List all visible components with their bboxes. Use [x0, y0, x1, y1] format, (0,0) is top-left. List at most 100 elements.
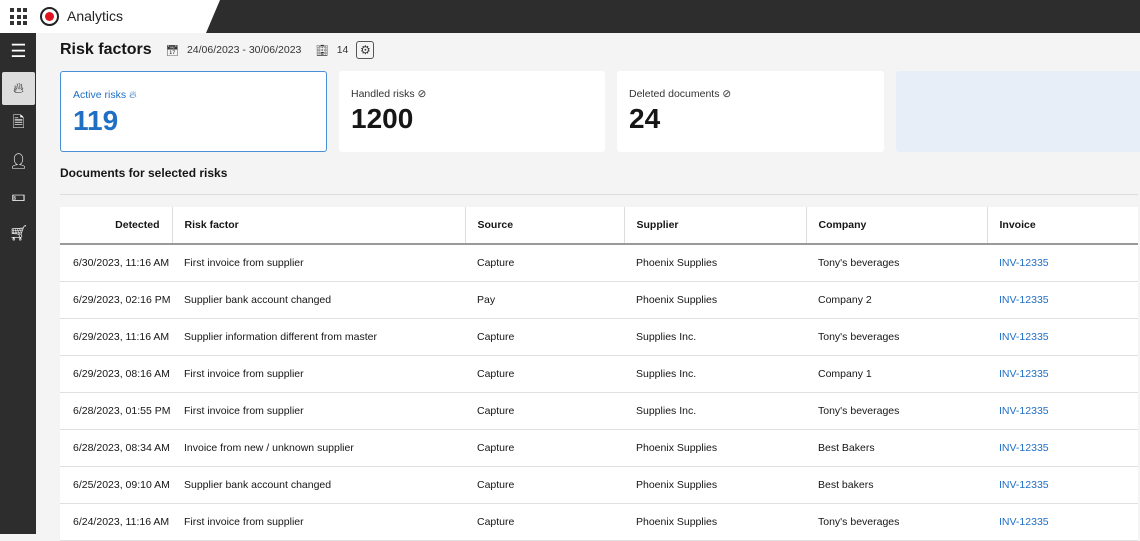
cell-detected: 6/28/2023, 01:55 PM: [60, 392, 172, 430]
cell-invoice: INV-12335: [987, 355, 1138, 393]
card-label: Handled risks: [351, 88, 415, 100]
app-launcher-icon[interactable]: [10, 8, 27, 25]
sidebar-item-users[interactable]: 👤︎: [2, 144, 35, 177]
card-deleted-documents[interactable]: Deleted documents ⊘ 24: [617, 71, 884, 152]
person-icon: 👤︎: [8, 152, 29, 170]
cell-source: Capture: [465, 318, 624, 356]
card-value: 24: [629, 103, 661, 134]
cell-source: Capture: [465, 244, 624, 282]
page-header: Risk factors 📅︎ 24/06/2023 - 30/06/2023 …: [60, 41, 375, 59]
logo-icon: [40, 7, 59, 26]
sidebar-item-payments[interactable]: 💵︎: [2, 180, 35, 213]
cell-source: Capture: [465, 392, 624, 430]
cell-supplier: Supplies Inc.: [624, 318, 806, 356]
cell-risk-factor: Supplier bank account changed: [172, 466, 465, 504]
cell-company: Tony's beverages: [806, 503, 987, 541]
gear-icon: ⚙: [360, 43, 371, 57]
flame-icon: 🔥︎: [129, 89, 137, 101]
cell-invoice: INV-12335: [987, 244, 1138, 282]
column-header-supplier[interactable]: Supplier: [623, 207, 806, 245]
invoice-link[interactable]: INV-12335: [999, 442, 1049, 454]
app-title: Analytics: [67, 8, 124, 24]
cell-invoice: INV-12335: [987, 429, 1138, 467]
cell-source: Capture: [465, 355, 624, 393]
cell-supplier: Phoenix Supplies: [624, 429, 806, 467]
cell-detected: 6/30/2023, 11:16 AM: [60, 244, 172, 282]
cell-risk-factor: Supplier information different from mast…: [172, 318, 465, 356]
cell-supplier: Phoenix Supplies: [624, 466, 806, 504]
cell-source: Pay: [465, 281, 624, 319]
card-label: Active risks: [73, 89, 127, 101]
cell-source: Capture: [465, 503, 624, 541]
card-value: 119: [73, 105, 119, 136]
sidebar-item-purchases[interactable]: 🛒︎: [2, 216, 35, 249]
table-row[interactable]: 6/30/2023, 11:16 AM First invoice from su…: [60, 244, 1138, 282]
cell-risk-factor: First invoice from supplier: [172, 244, 465, 282]
document-icon: 🗎: [12, 114, 25, 131]
cell-company: Tony's beverages: [806, 392, 987, 430]
cell-supplier: Phoenix Supplies: [624, 281, 806, 319]
cell-risk-factor: Invoice from new / unknown supplier: [172, 429, 465, 467]
invoice-link[interactable]: INV-12335: [999, 516, 1049, 528]
card-value: 1200: [351, 103, 414, 134]
cell-detected: 6/24/2023, 11:16 AM: [60, 503, 172, 541]
table-row[interactable]: 6/28/2023, 01:55 PM First invoice from su…: [60, 392, 1138, 430]
page-title: Risk factors: [60, 41, 152, 58]
column-header-source[interactable]: Source: [464, 207, 624, 245]
cell-company: Best bakers: [806, 466, 987, 504]
money-icon: 💵︎: [11, 188, 26, 205]
cart-icon: 🛒︎: [8, 224, 29, 242]
cell-invoice: INV-12335: [987, 392, 1138, 430]
cell-invoice: INV-12335: [987, 503, 1138, 541]
cell-source: Capture: [465, 466, 624, 504]
table-row[interactable]: 6/25/2023, 09:10 AM Supplier bank account…: [60, 466, 1138, 504]
company-count: 14: [336, 44, 349, 56]
date-range[interactable]: 24/06/2023 - 30/06/2023: [187, 44, 301, 56]
column-header-detected[interactable]: Detected: [60, 207, 172, 245]
table-row[interactable]: 6/29/2023, 02:16 PM Supplier bank account…: [60, 281, 1138, 319]
card-label: Deleted documents: [629, 88, 720, 100]
table-row[interactable]: 6/24/2023, 11:16 AM First invoice from su…: [60, 503, 1138, 541]
column-header-invoice[interactable]: Invoice: [986, 207, 1138, 245]
cell-invoice: INV-12335: [987, 318, 1138, 356]
invoice-link[interactable]: INV-12335: [999, 368, 1049, 380]
cell-source: Capture: [465, 429, 624, 467]
sidebar-item-risks[interactable]: 🔥︎: [2, 72, 35, 105]
card-active-risks[interactable]: Active risks 🔥︎ 119: [60, 71, 327, 152]
table-row[interactable]: 6/28/2023, 08:34 AM Invoice from new / un…: [60, 429, 1138, 467]
sidebar: ☰ 🔥︎ 🗎 👤︎ 💵︎ 🛒︎: [0, 33, 36, 534]
table-row[interactable]: 6/29/2023, 11:16 AM Supplier information …: [60, 318, 1138, 356]
menu-icon[interactable]: ☰: [2, 35, 35, 68]
flame-off-icon: ⊘: [417, 88, 427, 100]
cell-risk-factor: Supplier bank account changed: [172, 281, 465, 319]
calendar-icon: 📅︎: [165, 44, 179, 57]
cell-risk-factor: First invoice from supplier: [172, 392, 465, 430]
card-handled-risks[interactable]: Handled risks ⊘ 1200: [339, 71, 605, 152]
table-row[interactable]: 6/29/2023, 08:16 AM First invoice from su…: [60, 355, 1138, 393]
cell-detected: 6/29/2023, 11:16 AM: [60, 318, 172, 356]
flame-icon: 🔥︎: [12, 80, 24, 97]
cell-supplier: Phoenix Supplies: [624, 244, 806, 282]
cell-risk-factor: First invoice from supplier: [172, 503, 465, 541]
invoice-link[interactable]: INV-12335: [999, 257, 1049, 269]
invoice-link[interactable]: INV-12335: [999, 405, 1049, 417]
sidebar-item-documents[interactable]: 🗎: [2, 108, 35, 141]
buildings-icon: 🏢︎: [315, 44, 329, 57]
cell-company: Tony's beverages: [806, 244, 987, 282]
invoice-link[interactable]: INV-12335: [999, 294, 1049, 306]
cell-detected: 6/29/2023, 02:16 PM: [60, 281, 172, 319]
cell-detected: 6/29/2023, 08:16 AM: [60, 355, 172, 393]
risk-table: Detected Risk factor Source Supplier Company…: [60, 207, 1138, 541]
cell-invoice: INV-12335: [987, 466, 1138, 504]
invoice-link[interactable]: INV-12335: [999, 479, 1049, 491]
divider: [60, 194, 1138, 195]
cell-company: Company 2: [806, 281, 987, 319]
cell-detected: 6/25/2023, 09:10 AM: [60, 466, 172, 504]
column-header-risk-factor[interactable]: Risk factor: [171, 207, 465, 245]
cell-detected: 6/28/2023, 08:34 AM: [60, 429, 172, 467]
cell-supplier: Supplies Inc.: [624, 355, 806, 393]
invoice-link[interactable]: INV-12335: [999, 331, 1049, 343]
flame-off-icon: ⊘: [722, 88, 732, 100]
column-header-company[interactable]: Company: [805, 207, 987, 245]
settings-button[interactable]: ⚙: [356, 41, 375, 59]
